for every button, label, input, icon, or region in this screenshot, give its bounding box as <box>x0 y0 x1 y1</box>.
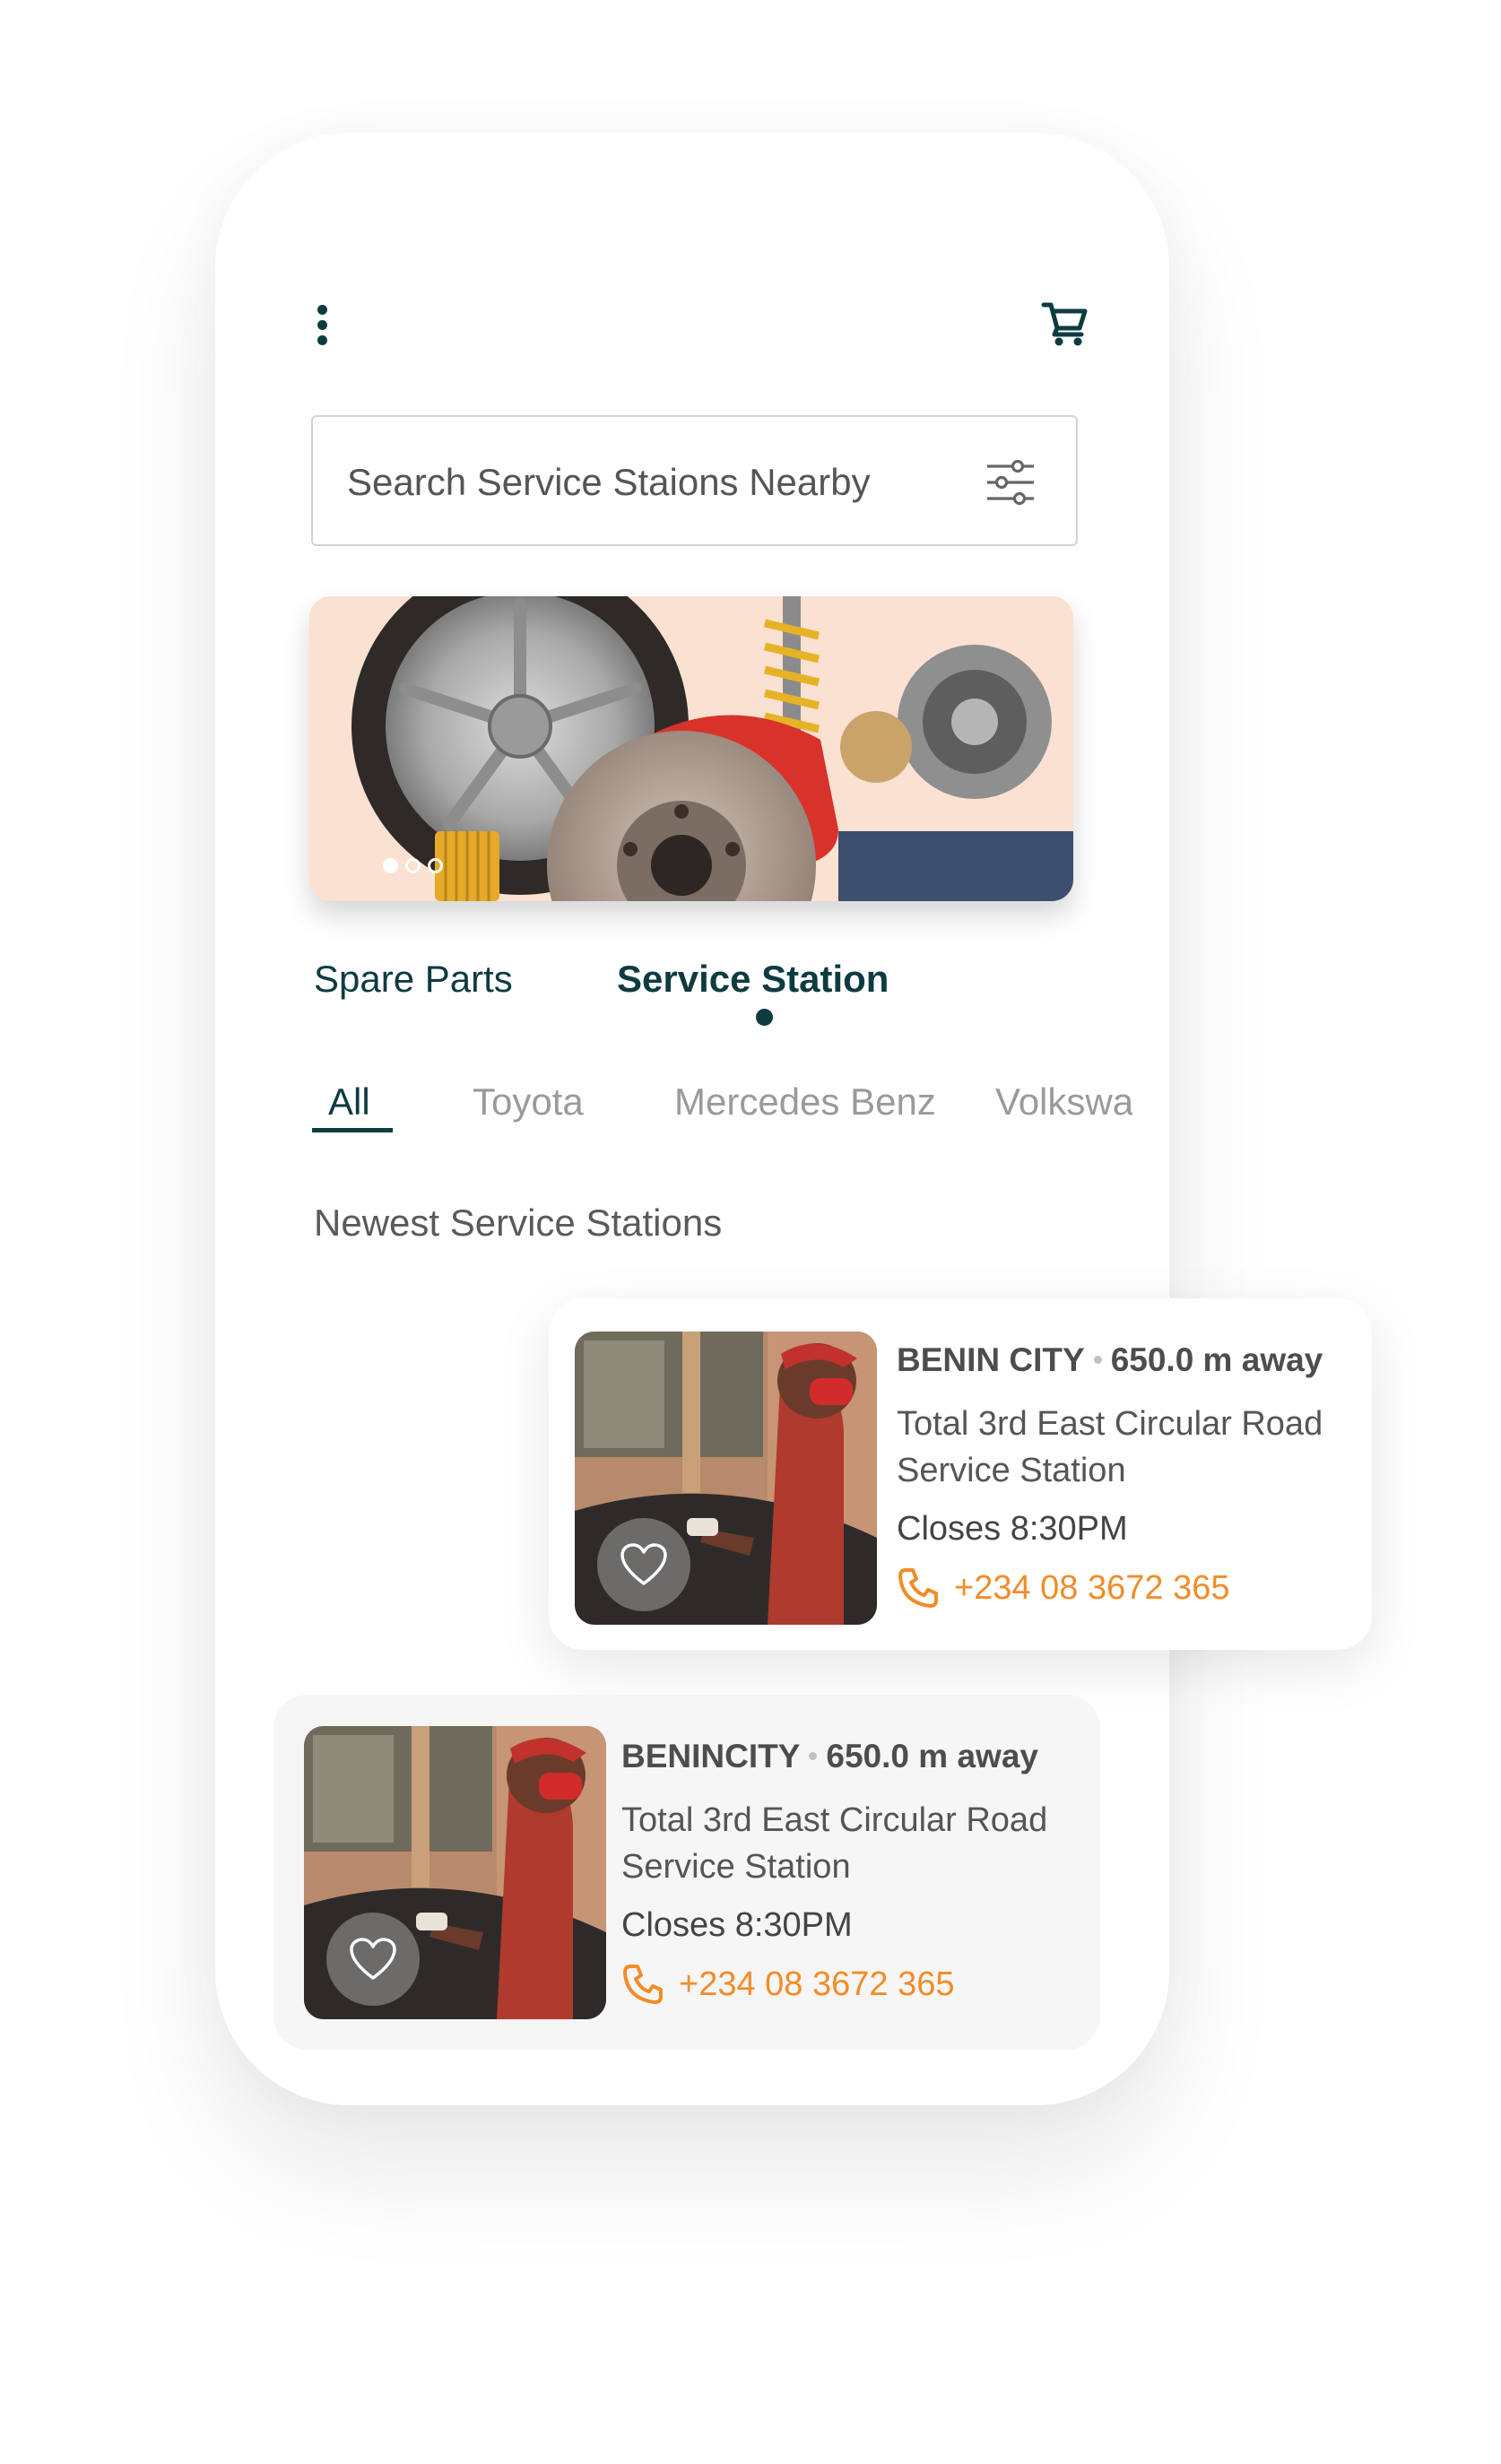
carousel-dot[interactable] <box>383 858 398 873</box>
station-info: BENINCITY 650.0 m away Total 3rd East Cir… <box>621 1738 1088 2006</box>
dot-separator <box>1093 1355 1102 1364</box>
favorite-button[interactable] <box>597 1518 690 1611</box>
brand-tab-all[interactable]: All <box>328 1080 370 1124</box>
phone-icon <box>623 1965 663 2004</box>
carousel-dots <box>383 858 443 873</box>
dot-separator <box>809 1751 818 1760</box>
station-name: Total 3rd East Circular Road Service Sta… <box>621 1801 1048 1886</box>
location-line: BENIN CITY 650.0 m away <box>897 1341 1363 1379</box>
brand-tab-mercedes-benz[interactable]: Mercedes Benz <box>674 1080 936 1124</box>
station-phone: +234 08 3672 365 <box>954 1568 1230 1607</box>
station-photo[interactable] <box>304 1726 606 2019</box>
more-vertical-icon[interactable] <box>305 298 341 351</box>
station-card[interactable]: BENINCITY 650.0 m away Total 3rd East Cir… <box>273 1695 1100 2050</box>
tab-service-station[interactable]: Service Station <box>617 958 889 1001</box>
station-phone: +234 08 3672 365 <box>679 1965 955 2003</box>
station-hours: Closes 8:30PM <box>897 1510 1128 1548</box>
heart-icon <box>620 1543 667 1585</box>
station-card[interactable]: BENIN CITY 650.0 m away Total 3rd East Ci… <box>549 1298 1372 1650</box>
tab-spare-parts[interactable]: Spare Parts <box>314 958 513 1001</box>
search-box <box>311 415 1078 546</box>
brand-tab-underline <box>312 1128 393 1132</box>
station-name: Total 3rd East Circular Road Service Sta… <box>897 1405 1323 1489</box>
station-phone-link[interactable]: +234 08 3672 365 <box>897 1566 1363 1609</box>
carousel-dot[interactable] <box>405 858 421 873</box>
promo-banner[interactable] <box>309 596 1073 901</box>
carousel-dot[interactable] <box>428 858 443 873</box>
shopping-cart-icon[interactable] <box>1038 296 1092 350</box>
brand-tab-toyota[interactable]: Toyota <box>473 1080 584 1124</box>
station-phone-link[interactable]: +234 08 3672 365 <box>621 1963 1088 2006</box>
station-distance: 650.0 m away <box>826 1738 1038 1774</box>
station-city: BENINCITY <box>621 1738 801 1774</box>
active-tab-indicator <box>756 1009 773 1026</box>
phone-icon <box>898 1568 938 1608</box>
location-line: BENINCITY 650.0 m away <box>621 1738 1088 1775</box>
search-input[interactable] <box>347 448 957 516</box>
heart-icon <box>350 1938 396 1980</box>
brand-tab-overflow: Volkswagen <box>995 1071 1132 1134</box>
station-info: BENIN CITY 650.0 m away Total 3rd East Ci… <box>897 1341 1363 1609</box>
station-hours: Closes 8:30PM <box>621 1906 853 1944</box>
station-distance: 650.0 m away <box>1110 1341 1323 1378</box>
sliders-icon[interactable] <box>984 455 1037 509</box>
station-city: BENIN CITY <box>897 1341 1085 1378</box>
station-photo[interactable] <box>575 1332 877 1625</box>
brand-tab-volkswagen[interactable]: Volkswagen <box>995 1080 1132 1124</box>
section-title: Newest Service Stations <box>314 1202 723 1244</box>
favorite-button[interactable] <box>326 1913 420 2006</box>
auto-parts-illustration <box>309 596 1073 901</box>
